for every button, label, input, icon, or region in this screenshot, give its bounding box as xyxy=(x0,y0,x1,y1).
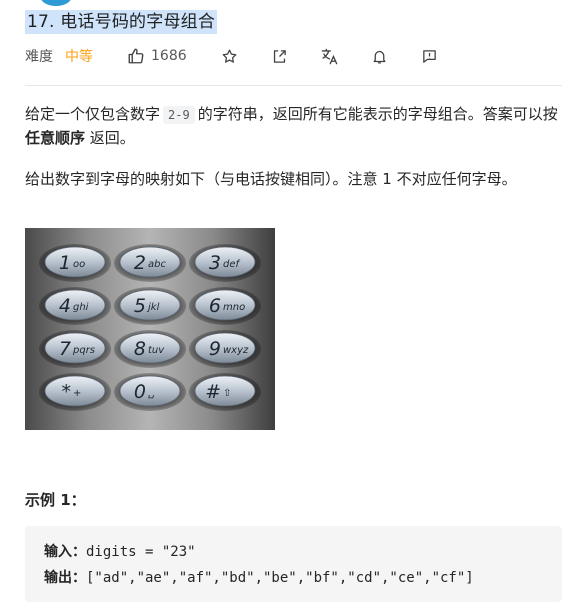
keypad-key-7: 7 pqrs xyxy=(39,330,111,368)
like-button[interactable]: 1686 xyxy=(127,47,187,65)
notify-button[interactable] xyxy=(369,45,391,67)
key-digit: 2 xyxy=(134,252,146,274)
keypad-key-12: # ⇧ xyxy=(189,373,261,411)
thumbs-up-icon xyxy=(128,48,144,64)
key-letters: pqrs xyxy=(72,345,95,356)
output-value: ["ad","ae","af","bd","be","bf","cd","ce"… xyxy=(86,570,474,586)
key-digit: 5 xyxy=(134,295,146,317)
bell-icon xyxy=(373,50,386,64)
example-title: 示例 1： xyxy=(25,491,86,509)
keypad-key-6: 6 mno xyxy=(189,287,261,325)
key-digit: 7 xyxy=(59,338,71,360)
feedback-button[interactable] xyxy=(419,45,441,67)
inline-code: 2-9 xyxy=(163,106,195,124)
keypad-key-9: 9 wxyz xyxy=(189,330,261,368)
description-paragraph-2: 给出数字到字母的映射如下（与电话按键相同）。注意 1 不对应任何字母。 xyxy=(25,170,517,188)
keypad-key-10: * + xyxy=(39,373,111,411)
description-text: 给定一个仅包含数字 xyxy=(25,105,161,123)
key-letters: jkl xyxy=(146,302,160,313)
problem-title-row: 17. 电话号码的字母组合 xyxy=(25,10,218,34)
keypad-key-1: 1 oo xyxy=(39,244,111,282)
key-letters: def xyxy=(223,259,241,270)
like-count: 1686 xyxy=(151,48,187,64)
description-paragraph-1: 给定一个仅包含数字 2-9 的字符串，返回所有它能表示的字母组合。答案可以按 任意顺… xyxy=(25,102,560,150)
keypad-key-11: 0 ␣ xyxy=(114,373,186,411)
key-letters: abc xyxy=(148,259,166,270)
difficulty-value: 中等 xyxy=(65,49,93,65)
example-input-line: 输入：digits = "23" xyxy=(44,539,543,565)
key-letters: + xyxy=(73,388,81,399)
key-digit: * xyxy=(62,381,72,403)
share-icon xyxy=(274,49,286,63)
output-label: 输出： xyxy=(44,570,86,586)
key-digit: # xyxy=(205,381,221,403)
keypad-key-8: 8 tuv xyxy=(114,330,186,368)
key-letters: wxyz xyxy=(223,345,249,356)
key-letters: ghi xyxy=(73,302,89,313)
key-digit: 0 xyxy=(134,381,146,403)
difficulty-label: 难度 xyxy=(25,49,53,65)
feedback-icon xyxy=(423,49,436,63)
keypad-key-5: 5 jkl xyxy=(114,287,186,325)
example-output-line: 输出：["ad","ae","af","bd","be","bf","cd","… xyxy=(44,565,543,591)
input-value: digits = "23" xyxy=(86,544,196,560)
key-letters: ␣ xyxy=(148,388,154,399)
translate-button[interactable] xyxy=(319,45,341,67)
key-digit: 9 xyxy=(209,338,221,360)
logo-badge xyxy=(40,0,72,6)
key-letters: tuv xyxy=(148,345,165,356)
phone-keypad-image: 1 oo 2 abc 3 def4 ghi 5 jkl 6 mno7 pqrs 8 tuv 9 wxyz* +0… xyxy=(25,228,275,430)
example-box: 输入：digits = "23" 输出：["ad","ae","af","bd"… xyxy=(25,526,562,602)
problem-title: 17. 电话号码的字母组合 xyxy=(25,10,218,34)
description-text: 的字符串，返回所有它能表示的字母组合。答案可以按 xyxy=(197,105,558,123)
key-letters: ⇧ xyxy=(223,388,231,399)
translate-icon xyxy=(321,48,338,64)
keypad-key-4: 4 ghi xyxy=(39,287,111,325)
share-button[interactable] xyxy=(269,45,291,67)
description-text: 返回。 xyxy=(89,129,135,147)
key-digit: 8 xyxy=(134,338,146,360)
key-digit: 6 xyxy=(209,295,221,317)
keypad-key-3: 3 def xyxy=(189,244,261,282)
emphasis-text: 任意顺序 xyxy=(25,129,86,147)
key-letters: mno xyxy=(223,302,245,313)
problem-meta-bar: 难度 中等 1686 xyxy=(25,44,469,68)
divider xyxy=(25,85,562,86)
keypad-key-2: 2 abc xyxy=(114,244,186,282)
key-digit: 4 xyxy=(59,295,71,317)
key-digit: 3 xyxy=(209,252,221,274)
key-digit: 1 xyxy=(59,252,71,274)
star-icon xyxy=(222,48,237,63)
key-letters: oo xyxy=(73,259,85,270)
favorite-button[interactable] xyxy=(219,45,241,67)
input-label: 输入： xyxy=(44,544,86,560)
